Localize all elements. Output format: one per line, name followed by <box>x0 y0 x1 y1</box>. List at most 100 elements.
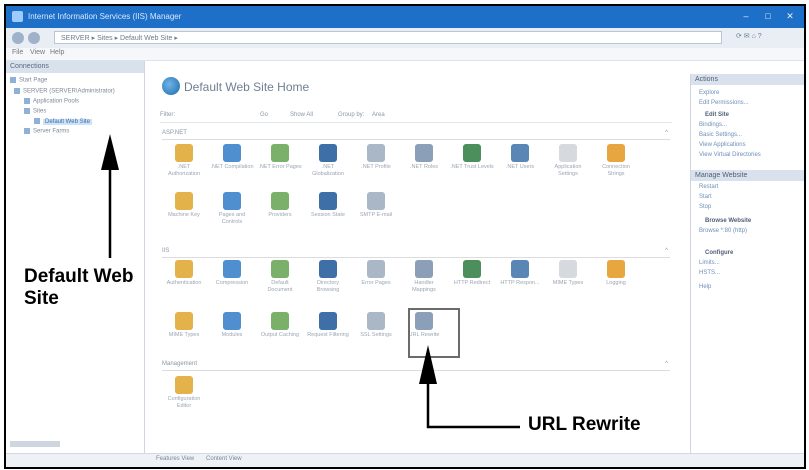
forward-icon[interactable] <box>28 32 40 44</box>
feature-icon <box>223 144 241 162</box>
section-management[interactable]: Management ^ <box>162 361 670 371</box>
feature-icon-tile[interactable]: SSL Settings <box>354 312 398 339</box>
tree-server[interactable]: SERVER (SERVER\Administrator) <box>14 88 115 95</box>
feature-label: .NET Profile <box>361 164 391 170</box>
tree-server-farms[interactable]: Server Farms <box>24 128 69 135</box>
horizontal-scrollbar[interactable] <box>10 441 60 447</box>
tree-sites[interactable]: Sites <box>24 108 46 115</box>
content-view-tab[interactable]: Content View <box>206 456 242 462</box>
feature-icon-tile[interactable]: MIME Types <box>546 260 590 287</box>
action-view-applications[interactable]: View Applications <box>699 142 746 148</box>
menu-view[interactable]: View <box>30 49 45 56</box>
feature-icon-tile[interactable]: Pages and Controls <box>210 192 254 226</box>
action-stop[interactable]: Stop <box>699 204 711 210</box>
feature-icon-tile[interactable]: Directory Browsing <box>306 260 350 294</box>
feature-icon-tile[interactable]: .NET Profile <box>354 144 398 171</box>
feature-icon-tile[interactable]: Modules <box>210 312 254 339</box>
feature-icon-tile[interactable]: .NET Error Pages <box>258 144 302 171</box>
feature-icon-tile[interactable]: Compression <box>210 260 254 287</box>
action-basic-settings[interactable]: Basic Settings... <box>699 132 742 138</box>
feature-icon <box>223 192 241 210</box>
window-title: Internet Information Services (IIS) Mana… <box>28 12 182 21</box>
minimize-button[interactable]: – <box>738 10 754 22</box>
show-all-button[interactable]: Show All <box>290 112 313 118</box>
action-help[interactable]: Help <box>699 284 711 290</box>
tree-label: Sites <box>33 108 47 115</box>
feature-icon-tile[interactable]: .NET Compilation <box>210 144 254 171</box>
action-explore[interactable]: Explore <box>699 90 719 96</box>
server-farm-icon <box>24 128 30 134</box>
tree-label: Server Farms <box>33 128 70 135</box>
feature-icon <box>463 260 481 278</box>
feature-label: .NET Authorization <box>167 164 201 177</box>
action-bindings[interactable]: Bindings... <box>699 122 727 128</box>
feature-icon-tile[interactable]: HTTP Respon... <box>498 260 542 287</box>
feature-icon-tile[interactable]: Authentication <box>162 260 206 287</box>
feature-icon <box>463 144 481 162</box>
group-by-label: Group by: <box>338 112 365 118</box>
feature-icon-tile[interactable]: .NET Roles <box>402 144 446 171</box>
feature-icon <box>367 144 385 162</box>
action-edit-permissions[interactable]: Edit Permissions... <box>699 100 749 106</box>
tree-app-pools[interactable]: Application Pools <box>24 98 79 105</box>
features-view-tab[interactable]: Features View <box>156 456 194 462</box>
action-start[interactable]: Start <box>699 194 712 200</box>
close-button[interactable]: ✕ <box>782 10 798 22</box>
tree-start-page[interactable]: Start Page <box>10 77 47 84</box>
iis-manager-window: Internet Information Services (IIS) Mana… <box>4 4 806 469</box>
group-by-select[interactable]: Area <box>372 112 385 118</box>
filter-bar: Filter: Go Show All Group by: Area <box>160 110 672 123</box>
go-button[interactable]: Go <box>260 112 268 118</box>
feature-icon-tile[interactable]: .NET Authorization <box>162 144 206 178</box>
address-tools[interactable]: ⟳ ✉ ⌂ ? <box>736 32 796 44</box>
chevron-up-icon: ^ <box>665 130 668 136</box>
url-rewrite-highlight-box <box>408 308 460 358</box>
feature-icon-tile[interactable]: Connection Strings <box>594 144 638 178</box>
menu-help[interactable]: Help <box>50 49 64 56</box>
feature-icon-tile[interactable]: .NET Globalization <box>306 144 350 178</box>
feature-icon <box>607 260 625 278</box>
feature-icon-tile[interactable]: SMTP E-mail <box>354 192 398 219</box>
status-bar: Features View Content View <box>6 453 804 467</box>
tree-default-web-site[interactable]: Default Web Site <box>34 118 92 125</box>
feature-icon-tile[interactable]: Output Caching <box>258 312 302 339</box>
feature-label: Machine Key <box>168 212 200 218</box>
section-iis[interactable]: IIS ^ <box>162 248 670 258</box>
menu-file[interactable]: File <box>12 49 23 56</box>
action-view-virtual-dirs[interactable]: View Virtual Directories <box>699 152 761 158</box>
feature-icon-tile[interactable]: .NET Trust Levels <box>450 144 494 171</box>
feature-icon <box>175 144 193 162</box>
feature-label: Connection Strings <box>602 164 630 177</box>
feature-icon <box>511 260 529 278</box>
chevron-up-icon: ^ <box>665 361 668 367</box>
feature-icon-tile[interactable]: HTTP Redirect <box>450 260 494 287</box>
section-aspnet[interactable]: ASP.NET ^ <box>162 130 670 140</box>
feature-icon-tile[interactable]: Request Filtering <box>306 312 350 339</box>
iis-app-icon <box>12 11 23 22</box>
globe-icon <box>162 77 180 95</box>
feature-icon-tile[interactable]: Error Pages <box>354 260 398 287</box>
action-hsts[interactable]: HSTS... <box>699 270 720 276</box>
feature-icon-tile[interactable]: Session State <box>306 192 350 219</box>
feature-label: SMTP E-mail <box>359 212 393 218</box>
feature-icon <box>367 312 385 330</box>
address-path[interactable]: SERVER ▸ Sites ▸ Default Web Site ▸ <box>54 31 722 44</box>
feature-icon-tile[interactable]: Handler Mappings <box>402 260 446 294</box>
feature-icon-tile[interactable]: Logging <box>594 260 638 287</box>
feature-icon-tile[interactable]: Configuration Editor <box>162 376 206 410</box>
feature-icon-tile[interactable]: Providers <box>258 192 302 219</box>
feature-icon-tile[interactable]: Default Document <box>258 260 302 294</box>
feature-icon <box>271 260 289 278</box>
action-restart[interactable]: Restart <box>699 184 718 190</box>
feature-icon-tile[interactable]: Application Settings <box>546 144 590 178</box>
page-title: Default Web Site Home <box>184 80 310 94</box>
maximize-button[interactable]: □ <box>760 10 776 22</box>
back-icon[interactable] <box>12 32 24 44</box>
feature-icon <box>367 260 385 278</box>
feature-icon-tile[interactable]: .NET Users <box>498 144 542 171</box>
feature-icon-tile[interactable]: MIME Types <box>162 312 206 339</box>
feature-label: Application Settings <box>554 164 582 177</box>
action-browse-80[interactable]: Browse *:80 (http) <box>699 228 747 234</box>
feature-icon-tile[interactable]: Machine Key <box>162 192 206 219</box>
action-limits[interactable]: Limits... <box>699 260 720 266</box>
